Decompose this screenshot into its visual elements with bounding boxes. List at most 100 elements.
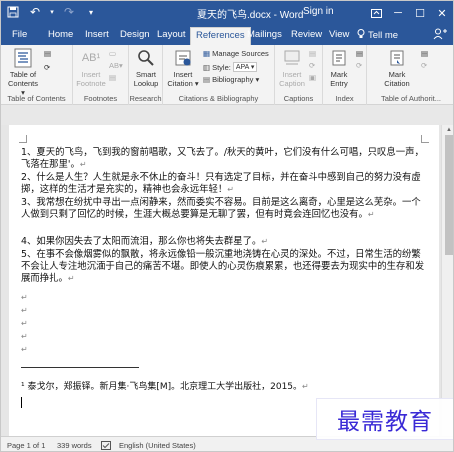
show-notes-icon[interactable]: ▤ — [109, 73, 116, 82]
vertical-scrollbar[interactable]: ▲ — [441, 125, 453, 436]
undo-icon[interactable]: ↶ — [27, 4, 43, 20]
smart-lookup-button[interactable]: Smart Lookup — [130, 48, 162, 88]
mark-entry-button[interactable]: Mark Entry — [324, 48, 354, 88]
paragraph-text: 5、在事不会像烟雾似的飘散，将永远像铅一般沉重地浇铸在心灵的深处。不过，日常生活… — [21, 249, 425, 285]
style-selector[interactable]: ▥ Style: APA ▾ — [203, 62, 258, 72]
footnote-content: ¹ 泰戈尔，郑振铎。新月集·飞鸟集[M]。北京理工大学出版社，2015。 — [21, 382, 303, 392]
next-footnote-icon[interactable]: AB▾ — [109, 61, 123, 70]
smart-lookup-label: Smart Lookup — [133, 70, 159, 88]
paragraph-text: 2、什么是人生？人生就是永不休止的奋斗！只有选定了目标，并在奋斗中感到自己的努力… — [21, 172, 421, 196]
tab-home[interactable]: Home — [43, 28, 78, 45]
table-of-contents-button[interactable]: Table of Contents ▾ — [6, 48, 40, 97]
sign-in-link[interactable]: Sign in — [303, 6, 334, 17]
document-area: 1、夏天的飞鸟，飞到我的窗前唱歌，又飞去了。/秋天的黄叶，它们没有什么可唱，只叹… — [1, 125, 441, 436]
scrollbar-thumb[interactable] — [445, 135, 453, 255]
insert-caption-button[interactable]: Insert Caption — [276, 48, 308, 88]
page-count[interactable]: Page 1 of 1 — [7, 441, 45, 450]
customize-qat-icon[interactable]: ▾ — [83, 4, 99, 20]
empty-paragraph-mark: ↵ — [21, 332, 28, 341]
tab-review[interactable]: Review — [286, 28, 327, 45]
watermark-text: 最需教育 — [337, 409, 433, 435]
paragraph-2[interactable]: 2、什么是人生？人生就是永不休止的奋斗！只有选定了目标，并在奋斗中感到自己的努力… — [21, 172, 426, 196]
insert-index-icon[interactable]: ▤ — [356, 49, 363, 58]
maximize-icon[interactable]: ☐ — [409, 1, 431, 25]
undo-dropdown-icon[interactable]: ▾ — [49, 4, 55, 20]
text-cursor — [21, 397, 22, 408]
group-label-index: Index — [335, 94, 354, 103]
mark-entry-label: Mark Entry — [330, 70, 348, 88]
save-icon[interactable] — [5, 4, 21, 20]
insert-citation-button[interactable]: Insert Citation ▾ — [165, 48, 201, 88]
share-icon[interactable] — [433, 28, 449, 42]
tab-file[interactable]: File — [7, 28, 32, 45]
scroll-up-icon[interactable]: ▲ — [442, 125, 453, 135]
manage-sources-label: Manage Sources — [212, 49, 269, 58]
tell-me-box[interactable]: Tell me — [357, 29, 398, 42]
document-page[interactable]: 1、夏天的飞鸟，飞到我的窗前唱歌，又飞去了。/秋天的黄叶，它们没有什么可唱，只叹… — [9, 125, 439, 436]
paragraph-mark: ↵ — [227, 185, 234, 195]
paragraph-mark: ↵ — [67, 274, 75, 284]
insert-endnote-icon[interactable]: ▭ — [109, 49, 116, 58]
group-label-toa: Table of Authorit... — [380, 94, 442, 103]
empty-paragraph-mark: ↵ — [21, 345, 28, 354]
mark-citation-icon — [386, 48, 408, 68]
lightbulb-icon — [357, 29, 365, 42]
paragraph-mark: ↵ — [79, 160, 87, 170]
ribbon-references: Table of Contents ▾ ▤ ⟳ Table of Content… — [1, 45, 453, 105]
empty-paragraph-mark: ↵ — [21, 319, 28, 328]
bibliography-button[interactable]: ▤ Bibliography ▾ — [203, 75, 259, 84]
group-label-toc: Table of Contents — [7, 94, 66, 103]
tab-layout[interactable]: Layout — [152, 28, 191, 45]
paragraph-3[interactable]: 3、我常想在纷扰中寻出一点闲静来，然而委实不容易。目前是这么离奇，心里是这么芜杂… — [21, 197, 426, 221]
ruler-area — [1, 105, 453, 125]
paragraph-5[interactable]: 5、在事不会像烟雾似的飘散，将永远像铅一般沉重地浇铸在心灵的深处。不过，日常生活… — [21, 249, 426, 286]
insert-toa-icon[interactable]: ▤ — [421, 49, 428, 58]
insert-citation-label: Insert Citation ▾ — [167, 70, 199, 88]
tab-insert[interactable]: Insert — [80, 28, 114, 45]
redo-icon[interactable]: ↷ — [61, 4, 77, 20]
manage-sources-button[interactable]: ▦ Manage Sources — [203, 49, 269, 58]
group-research: Smart Lookup Research — [129, 45, 163, 105]
insert-table-of-figures-icon[interactable]: ▤ — [309, 49, 316, 58]
empty-paragraph-mark: ↵ — [21, 293, 28, 302]
update-table-icon[interactable]: ⟳ — [44, 63, 50, 72]
language-indicator[interactable]: English (United States) — [119, 441, 196, 450]
close-icon[interactable]: ✕ — [431, 1, 453, 25]
table-of-contents-label: Table of Contents ▾ — [7, 70, 39, 97]
footnote-text[interactable]: ¹ 泰戈尔，郑振铎。新月集·飞鸟集[M]。北京理工大学出版社，2015。↵ — [21, 379, 421, 392]
style-icon: ▥ — [203, 62, 211, 72]
paragraph-4[interactable]: 4、如果你因失去了太阳而流泪，那么你也将失去群星了。↵ — [21, 236, 426, 248]
tab-mailings[interactable]: Mailings — [242, 28, 287, 45]
word-count[interactable]: 339 words — [57, 441, 92, 450]
document-title: 夏天的飞鸟.docx - Word — [197, 10, 304, 21]
paragraph-text: 3、我常想在纷扰中寻出一点闲静来，然而委实不容易。目前是这么离奇，心里是这么芜杂… — [21, 197, 421, 221]
insert-citation-icon — [172, 48, 194, 68]
group-label-citations: Citations & Bibliography — [178, 94, 259, 103]
insert-footnote-label: Insert Footnote — [76, 70, 106, 88]
mark-citation-button[interactable]: Mark Citation — [379, 48, 415, 88]
update-table-figures-icon[interactable]: ⟳ — [309, 61, 315, 70]
watermark-logo: 最需教育 — [316, 398, 453, 440]
update-index-icon[interactable]: ⟳ — [356, 61, 362, 70]
footnote-separator — [21, 367, 139, 368]
tab-design[interactable]: Design — [115, 28, 155, 45]
insert-footnote-button[interactable]: AB¹ Insert Footnote — [76, 48, 106, 88]
group-footnotes: AB¹ Insert Footnote ▭ AB▾ ▤ Footnotes — [73, 45, 129, 105]
minimize-icon[interactable]: ─ — [387, 1, 409, 25]
ribbon-tabs: File Home Insert Design Layout Reference… — [1, 25, 453, 45]
paragraph-mark: ↵ — [302, 382, 309, 391]
mark-entry-icon — [328, 48, 350, 68]
mark-citation-label: Mark Citation — [384, 70, 410, 88]
group-label-footnotes: Footnotes — [83, 94, 118, 103]
add-text-icon[interactable]: ▤ — [44, 49, 51, 58]
ribbon-display-options-icon[interactable] — [365, 1, 387, 25]
proofing-icon[interactable] — [101, 441, 111, 451]
cross-reference-icon[interactable]: ▣ — [309, 73, 316, 82]
style-dropdown[interactable]: APA ▾ — [232, 62, 258, 72]
tab-view[interactable]: View — [324, 28, 354, 45]
update-toa-icon[interactable]: ⟳ — [421, 61, 427, 70]
table-of-contents-icon — [12, 48, 34, 68]
paragraph-1[interactable]: 1、夏天的飞鸟，飞到我的窗前唱歌，又飞去了。/秋天的黄叶，它们没有什么可唱，只叹… — [21, 147, 426, 171]
group-table-of-contents: Table of Contents ▾ ▤ ⟳ Table of Content… — [1, 45, 73, 105]
group-citations-bibliography: Insert Citation ▾ ▦ Manage Sources ▥ Sty… — [163, 45, 275, 105]
